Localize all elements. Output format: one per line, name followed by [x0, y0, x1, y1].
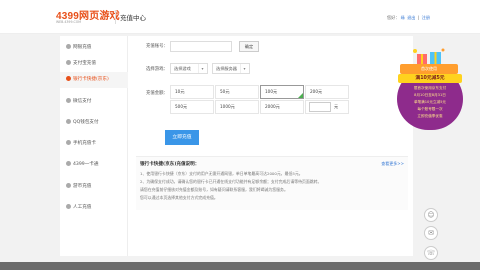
amount-label: 充值金额： — [146, 91, 168, 96]
card-icon — [66, 75, 71, 81]
promo-line: 限首次使用京东支付 — [413, 86, 447, 90]
instruction-line: 1、使用银行卡快捷（京东）支付的用户无需开通网银，单日单笔最高可达2000元，最… — [140, 171, 303, 176]
amount-option-200[interactable]: 200元 — [305, 85, 349, 99]
custom-amount-input[interactable] — [309, 102, 331, 112]
site-logo[interactable]: 4399网页游戏 WEB.4399.COM — [56, 7, 120, 27]
top-header: 4399网页游戏 WEB.4399.COM 充值中心 您好：缘 退出 | 注册 — [0, 0, 480, 34]
sidebar-item-label: 网银充值 — [73, 45, 92, 50]
sidebar-item-label: 4399一卡通 — [73, 162, 99, 167]
game-label: 选择游戏： — [146, 67, 168, 72]
custom-amount-unit: 元 — [334, 104, 339, 109]
sidebar-item-label: 人工充值 — [73, 205, 92, 210]
link-separator: | — [417, 15, 420, 20]
wechat-icon — [66, 97, 71, 103]
qq-icon — [66, 118, 71, 124]
sidebar-item-label: QQ钱包支付 — [73, 120, 99, 125]
sidebar-item-phone-card[interactable]: 手机充值卡 — [60, 136, 128, 152]
pay-now-button[interactable]: 立即充值 — [165, 130, 199, 145]
greeting-label: 您好： — [386, 15, 400, 20]
amount-option-50[interactable]: 50元 — [215, 85, 259, 99]
sidebar-item-jd-card[interactable]: 银行卡快捷(京东) — [60, 72, 128, 88]
sidebar-item-qq[interactable]: QQ钱包支付 — [60, 115, 128, 131]
username-link[interactable]: 缘 — [401, 15, 405, 20]
amount-option-2000[interactable]: 2000元 — [260, 100, 304, 114]
selected-check-icon — [298, 93, 303, 98]
promo-line: 每个账号限一次 — [417, 107, 443, 111]
payment-sidebar: 网银充值 支付宝充值 银行卡快捷(京东) 微信支付 QQ钱包支付 手机充值卡 4… — [60, 36, 128, 256]
sidebar-item-label: 支付宝充值 — [73, 61, 96, 66]
promo-line: 8月10日至8月31日 — [414, 93, 446, 97]
instruction-line: 请您在充值前仔细核对充值金额及账号，如有疑问请联系客服，我们将竭诚为您服务。 — [140, 187, 288, 192]
page-title: 充值中心 — [120, 14, 146, 22]
sidebar-item-coin[interactable]: 游币充值 — [60, 179, 128, 195]
promo-line: 立即充值享优惠 — [417, 114, 443, 118]
amount-option-100[interactable]: 100元 — [260, 85, 304, 99]
onecard-icon — [66, 160, 71, 166]
user-links: 您好：缘 退出 | 注册 — [386, 15, 430, 21]
sidebar-item-onecard[interactable]: 4399一卡通 — [60, 157, 128, 173]
chevron-down-icon: ▾ — [198, 64, 206, 73]
amount-option-10[interactable]: 10元 — [170, 85, 214, 99]
promo-headline: 满10元减5元 — [398, 74, 462, 83]
headset-icon[interactable]: ☏ — [424, 246, 438, 260]
chevron-down-icon: ▾ — [240, 64, 248, 73]
sidebar-item-label: 银行卡快捷(京东) — [73, 77, 109, 82]
phone-icon — [66, 139, 71, 145]
logout-link[interactable]: 退出 — [407, 15, 415, 20]
instructions-title: 银行卡快捷(京东)充值说明： — [140, 162, 200, 167]
promo-line: 单笔满10元立减5元 — [413, 100, 446, 104]
sidebar-item-label: 手机充值卡 — [73, 141, 96, 146]
instruction-line: 2、为确保支付成功，请确认您的银行卡已开通在线支付功能并有足够余额；支付完成后请… — [140, 179, 322, 184]
customer-service-icon[interactable]: ☺ — [424, 208, 438, 222]
coin-icon — [66, 182, 71, 188]
logo-divider — [115, 10, 116, 24]
register-link[interactable]: 注册 — [422, 15, 430, 20]
sidebar-item-label: 游币充值 — [73, 184, 92, 189]
sidebar-item-alipay[interactable]: 支付宝充值 — [60, 56, 128, 72]
game-select-value: 选择游戏 — [174, 66, 191, 71]
account-label: 充值账号： — [146, 44, 168, 49]
sidebar-item-label: 微信支付 — [73, 99, 92, 104]
sidebar-item-netbank[interactable]: 网银充值 — [60, 40, 128, 56]
sidebar-item-manual[interactable]: 人工充值 — [60, 200, 128, 216]
promo-ribbon: 首次使用 — [400, 64, 458, 74]
instructions-panel: 银行卡快捷(京东)充值说明： 查看更多>> 1、使用银行卡快捷（京东）支付的用户… — [136, 156, 408, 210]
game-select[interactable]: 选择游戏 ▾ — [170, 63, 208, 74]
person-icon — [66, 203, 71, 209]
amount-option-1000[interactable]: 1000元 — [215, 100, 259, 114]
amount-option-500[interactable]: 500元 — [170, 100, 214, 114]
sidebar-item-wechat[interactable]: 微信支付 — [60, 94, 128, 110]
instruction-line: 您可以通过本页选择其他支付方式完成充值。 — [140, 195, 218, 200]
wechat-share-icon[interactable]: ✉ — [424, 226, 438, 240]
promo-badge[interactable]: 首次使用 满10元减5元 限首次使用京东支付 8月10日至8月31日 单笔满10… — [394, 48, 466, 140]
bottom-bar — [0, 262, 480, 270]
server-select-value: 选择服务器 — [216, 66, 237, 71]
bank-icon — [66, 43, 71, 49]
logo-subtext: WEB.4399.COM — [56, 20, 81, 24]
confirm-button[interactable]: 确定 — [239, 41, 259, 52]
server-select[interactable]: 选择服务器 ▾ — [212, 63, 250, 74]
more-link[interactable]: 查看更多>> — [381, 161, 404, 167]
account-input[interactable] — [170, 41, 232, 52]
alipay-icon — [66, 59, 71, 65]
amount-option-label: 100元 — [265, 89, 278, 94]
